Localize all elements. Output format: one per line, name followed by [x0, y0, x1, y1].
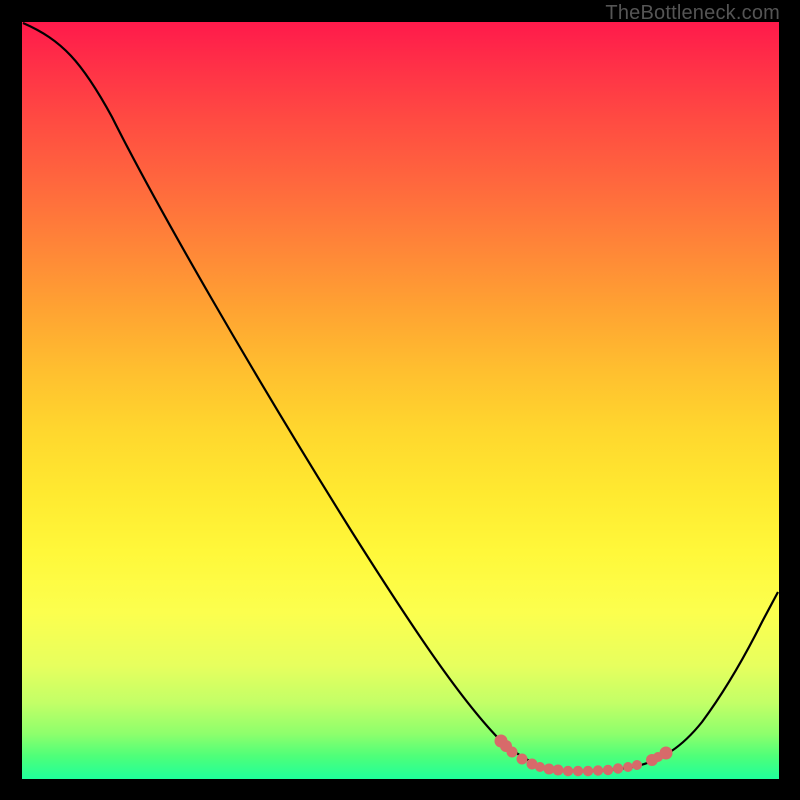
bottleneck-curve: [23, 23, 778, 771]
chart-container: TheBottleneck.com: [0, 0, 800, 800]
plot-area: [22, 22, 779, 779]
curve-svg: [22, 22, 779, 779]
valley-markers: [495, 735, 673, 777]
watermark-text: TheBottleneck.com: [605, 2, 780, 25]
